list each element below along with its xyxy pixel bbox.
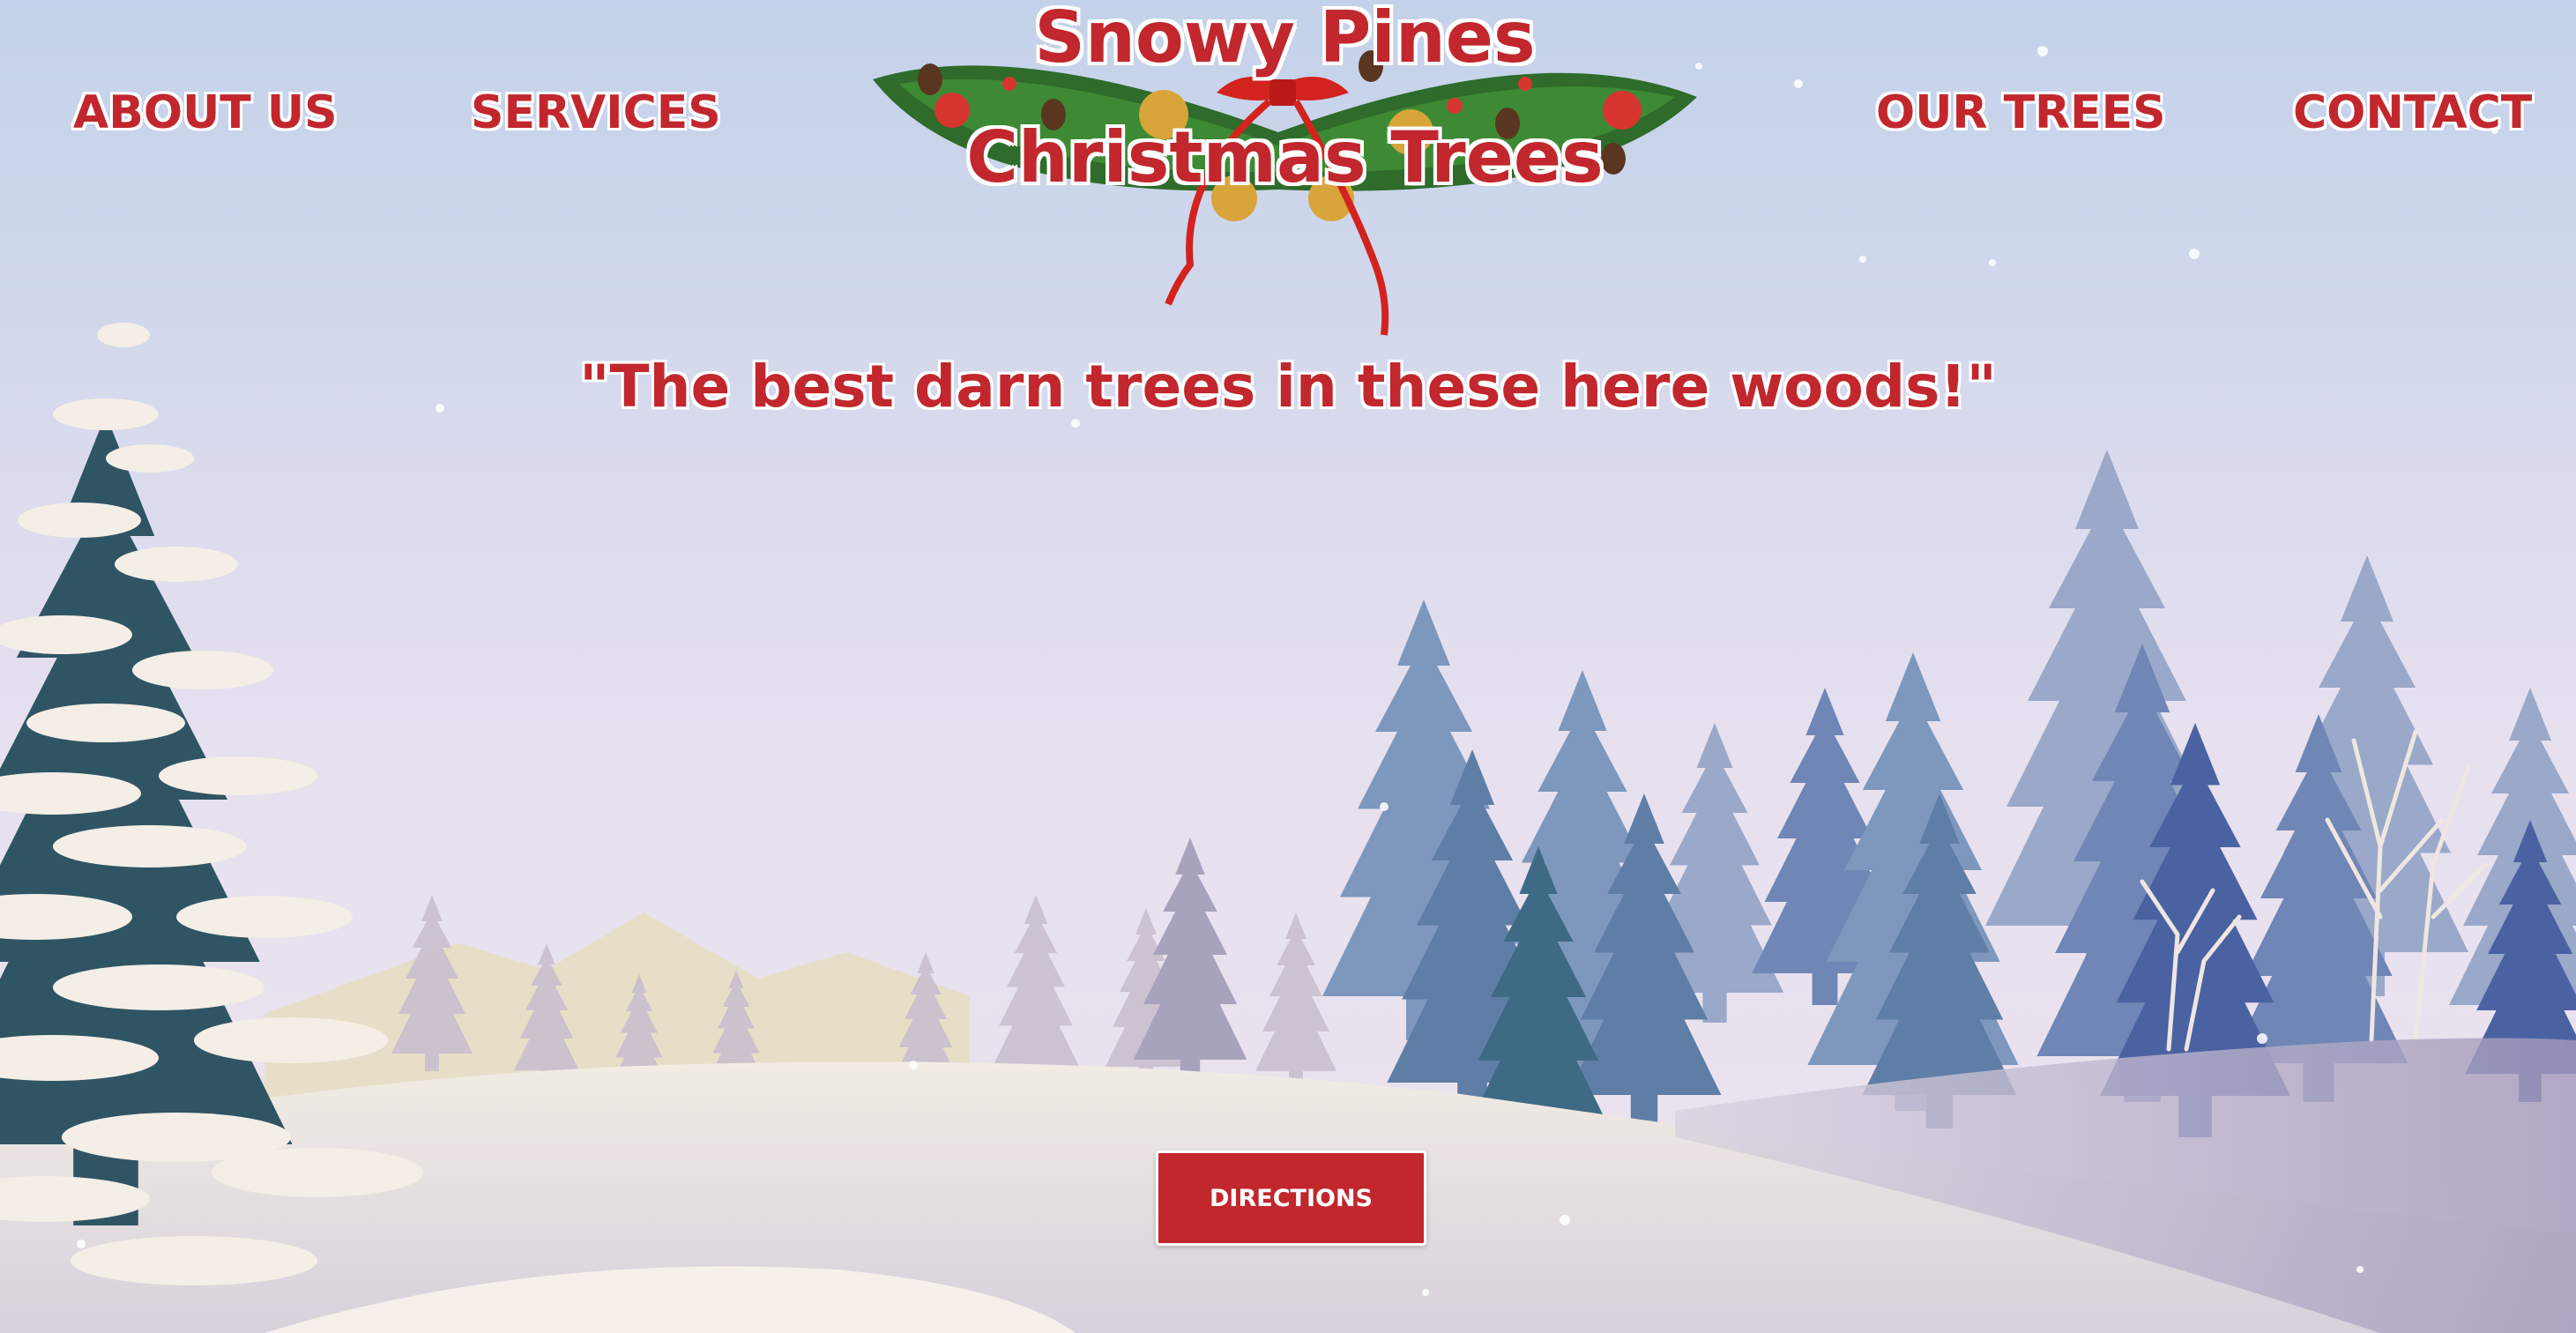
nav-our-trees[interactable]: OUR TREES bbox=[1876, 86, 2166, 139]
nav-services[interactable]: SERVICES bbox=[471, 86, 721, 139]
directions-button[interactable]: DIRECTIONS bbox=[1156, 1151, 1426, 1246]
hero-tagline: "The best darn trees in these here woods… bbox=[579, 353, 1997, 421]
logo-line-1: Snowy Pines bbox=[1034, 0, 1536, 78]
logo-line-2: Christmas Trees bbox=[966, 116, 1604, 198]
site-logo[interactable]: Snowy Pines Christmas Trees bbox=[868, 0, 1701, 339]
nav-about-us[interactable]: ABOUT US bbox=[73, 86, 338, 139]
nav-contact[interactable]: CONTACT bbox=[2293, 86, 2532, 139]
